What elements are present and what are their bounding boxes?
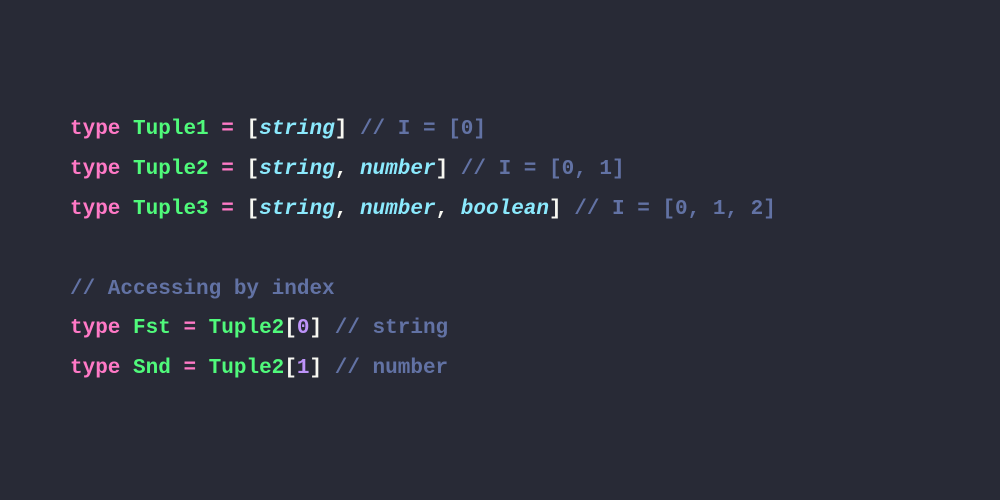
builtin-type: string: [259, 118, 335, 141]
open-bracket: [: [246, 118, 259, 141]
type-identifier: Tuple3: [133, 198, 209, 221]
comment: // Accessing by index: [70, 278, 335, 301]
keyword-type: type: [70, 158, 120, 181]
type-identifier: Fst: [133, 317, 171, 340]
type-identifier: Snd: [133, 357, 171, 380]
index-number: 1: [297, 357, 310, 380]
keyword-type: type: [70, 317, 120, 340]
code-line-5: type Fst = Tuple2[0] // string: [70, 309, 930, 349]
index-number: 0: [297, 317, 310, 340]
builtin-type: string: [259, 198, 335, 221]
comma: ,: [335, 198, 348, 221]
open-bracket: [: [246, 198, 259, 221]
code-line-1: type Tuple1 = [string] // I = [0]: [70, 110, 930, 150]
equals: =: [183, 357, 196, 380]
equals: =: [221, 198, 234, 221]
comment: // I = [0, 1]: [461, 158, 625, 181]
builtin-type: string: [259, 158, 335, 181]
equals: =: [221, 158, 234, 181]
close-bracket: ]: [549, 198, 562, 221]
keyword-type: type: [70, 357, 120, 380]
type-reference: Tuple2: [209, 317, 285, 340]
code-line-3: type Tuple3 = [string, number, boolean] …: [70, 190, 930, 230]
code-block: type Tuple1 = [string] // I = [0] type T…: [70, 110, 930, 389]
equals: =: [221, 118, 234, 141]
close-bracket: ]: [436, 158, 449, 181]
open-bracket: [: [246, 158, 259, 181]
comment: // I = [0, 1, 2]: [574, 198, 776, 221]
keyword-type: type: [70, 198, 120, 221]
equals: =: [183, 317, 196, 340]
keyword-type: type: [70, 118, 120, 141]
open-bracket: [: [284, 357, 297, 380]
close-bracket: ]: [310, 357, 323, 380]
close-bracket: ]: [335, 118, 348, 141]
open-bracket: [: [284, 317, 297, 340]
comma: ,: [436, 198, 449, 221]
code-line-6: type Snd = Tuple2[1] // number: [70, 349, 930, 389]
comment: // number: [335, 357, 448, 380]
builtin-type: number: [360, 198, 436, 221]
blank-line: [70, 230, 930, 270]
comment: // string: [335, 317, 448, 340]
code-line-2: type Tuple2 = [string, number] // I = [0…: [70, 150, 930, 190]
type-identifier: Tuple1: [133, 118, 209, 141]
builtin-type: boolean: [461, 198, 549, 221]
comment: // I = [0]: [360, 118, 486, 141]
close-bracket: ]: [310, 317, 323, 340]
type-reference: Tuple2: [209, 357, 285, 380]
comma: ,: [335, 158, 348, 181]
code-line-4: // Accessing by index: [70, 270, 930, 310]
builtin-type: number: [360, 158, 436, 181]
type-identifier: Tuple2: [133, 158, 209, 181]
